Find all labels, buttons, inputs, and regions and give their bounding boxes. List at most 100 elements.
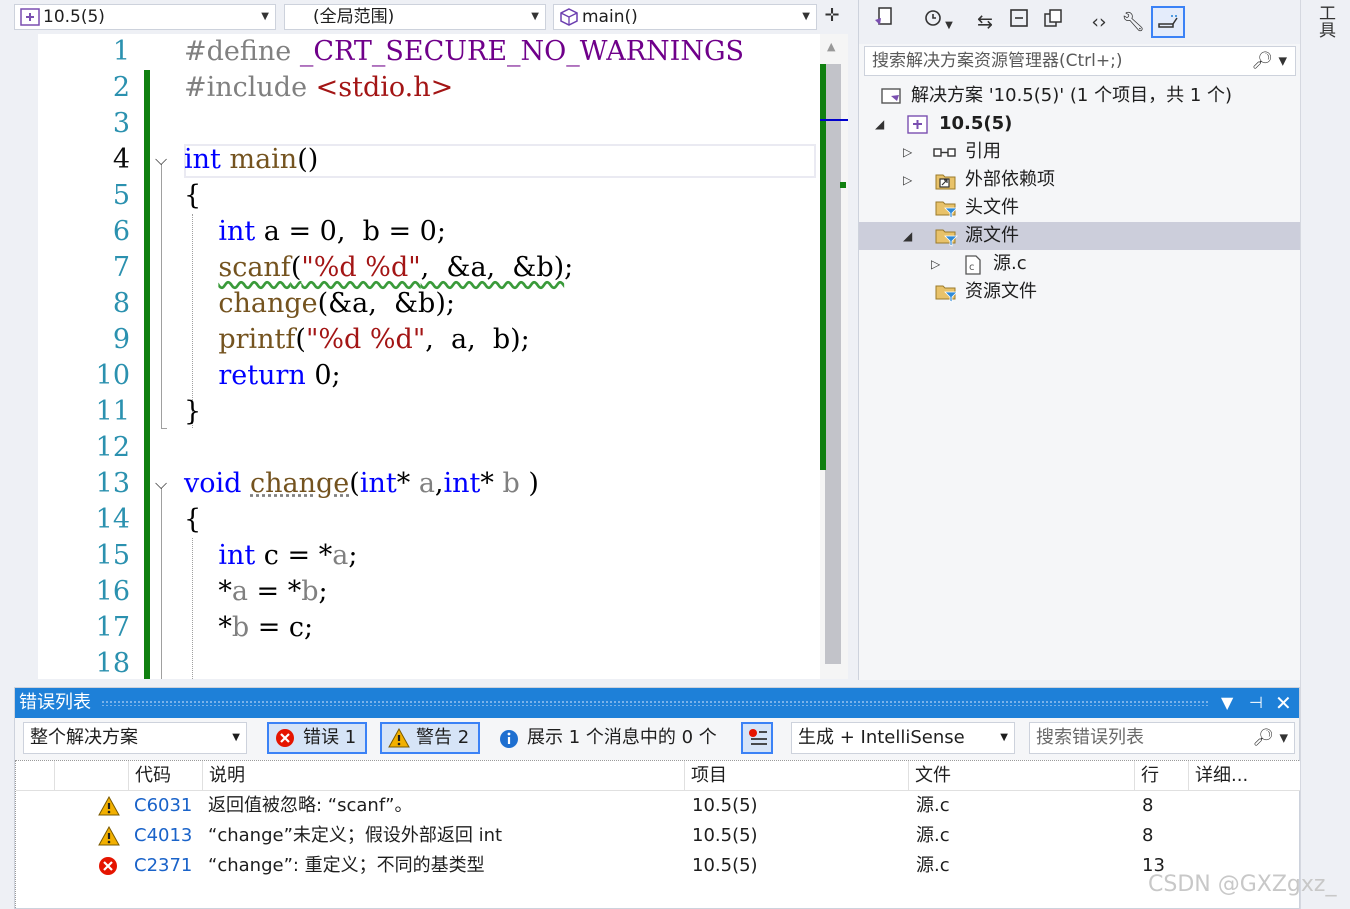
messages-toggle-button[interactable]: 展示 1 个消息中的 0 个 (497, 722, 727, 754)
expanded-triangle-icon[interactable]: ◢ (903, 222, 912, 250)
error-file: 源.c (916, 825, 950, 846)
code-line[interactable]: 11} (38, 394, 820, 430)
collapsed-triangle-icon[interactable]: ▷ (903, 166, 912, 194)
code-text[interactable]: int c = *a; (184, 538, 357, 574)
table-row[interactable]: C2371 “change”: 重定义；不同的基类型 10.5(5) 源.c 1… (16, 851, 1300, 881)
project-combo[interactable]: 10.5(5) ▼ (14, 4, 276, 30)
search-icon[interactable]: 🔎︎ ▾ (1251, 47, 1287, 75)
show-all-files-icon[interactable] (1039, 6, 1067, 38)
code-line[interactable]: 7 scanf("%d %d", &a, &b); (38, 250, 820, 286)
sync-with-document-icon[interactable]: ⇆ (971, 6, 999, 38)
scope-dropdown[interactable]: 整个解决方案 ▼ (23, 722, 247, 754)
scope-combo[interactable]: (全局范围) ▼ (284, 4, 546, 30)
split-window-icon[interactable]: ✛ (820, 4, 844, 30)
error-code-link[interactable]: C6031 (128, 791, 192, 821)
errors-toggle-button[interactable]: 错误 1 (267, 722, 367, 754)
collapse-all-icon[interactable] (1005, 6, 1033, 38)
code-line[interactable]: 3 (38, 106, 820, 142)
error-list-grid: 代码 说明 项目 文件 行 详细... C6031 返回值被忽略: “scanf… (15, 760, 1300, 908)
column-header-description[interactable]: 说明 (202, 761, 684, 791)
code-line[interactable]: 12 (38, 430, 820, 466)
column-header-file[interactable]: 文件 (908, 761, 1134, 791)
switch-views-icon[interactable] (869, 6, 897, 38)
close-icon[interactable]: ✕ (1275, 688, 1292, 718)
column-header-line[interactable]: 行 (1134, 761, 1188, 791)
solution-explorer-toolbar: ▼ ⇆ ‹› 🔧︎ (859, 0, 1301, 44)
right-tool-strip: 工具 (1300, 0, 1350, 909)
code-line[interactable]: 13 void change(int* a,int* b ) (38, 466, 820, 502)
filter-current-document-button[interactable] (741, 722, 773, 754)
code-line[interactable]: 2 #include <stdio.h> (38, 70, 820, 106)
search-icon[interactable]: 🔎︎ ▾ (1252, 723, 1288, 753)
code-line[interactable]: 4 int main() (38, 142, 820, 178)
line-number: 1 (112, 36, 130, 67)
tree-item-resource-files[interactable]: 资源文件 (859, 278, 1301, 306)
tree-item-solution[interactable]: 解决方案 '10.5(5)' (1 个项目，共 1 个) (859, 82, 1301, 110)
code-line[interactable]: 10 return 0; (38, 358, 820, 394)
pending-changes-filter-icon[interactable]: ▼ (917, 6, 959, 38)
code-line[interactable]: 5{ (38, 178, 820, 214)
preview-selected-items-icon[interactable] (1151, 6, 1185, 38)
solution-explorer-search-input[interactable]: 搜索解决方案资源管理器(Ctrl+;) 🔎︎ ▾ (864, 46, 1296, 76)
code-line[interactable]: 14 { (38, 502, 820, 538)
column-header-detail[interactable]: 详细... (1188, 761, 1262, 791)
tree-item-source-files[interactable]: ◢ 源文件 (859, 222, 1301, 250)
chevron-down-icon: ▼ (802, 11, 810, 22)
warnings-toggle-button[interactable]: 警告 2 (380, 722, 480, 754)
table-row[interactable]: C6031 返回值被忽略: “scanf”。 10.5(5) 源.c 8 (16, 791, 1300, 821)
column-header-icon[interactable] (54, 761, 128, 791)
code-text[interactable]: *b = c; (184, 610, 313, 646)
error-code-link[interactable]: C2371 (128, 851, 192, 881)
collapsed-triangle-icon[interactable]: ▷ (931, 250, 940, 278)
pin-icon[interactable]: ⊣ (1249, 688, 1263, 718)
error-code-link[interactable]: C4013 (128, 821, 192, 851)
expanded-triangle-icon[interactable]: ◢ (875, 110, 884, 138)
editor-vertical-scrollbar[interactable]: ▲ (820, 34, 848, 679)
code-text[interactable]: *a = *b; (184, 574, 327, 610)
line-number: 10 (95, 360, 130, 391)
tree-item-external-deps[interactable]: ▷ 外部依赖项 (859, 166, 1301, 194)
error-list-search-input[interactable]: 搜索错误列表 🔎︎ ▾ (1029, 722, 1295, 754)
code-line[interactable]: 8 change(&a, &b); (38, 286, 820, 322)
code-line[interactable]: 15 int c = *a; (38, 538, 820, 574)
code-text[interactable]: } (184, 394, 201, 430)
tree-item-project[interactable]: ◢ 10.5(5) (859, 110, 1301, 138)
code-line[interactable]: 1 #define _CRT_SECURE_NO_WARNINGS (38, 34, 820, 70)
code-line[interactable]: 16 *a = *b; (38, 574, 820, 610)
collapsed-triangle-icon[interactable]: ▷ (903, 138, 912, 166)
column-header-project[interactable]: 项目 (684, 761, 908, 791)
code-line[interactable]: 17 *b = c; (38, 610, 820, 646)
member-combo[interactable]: main() ▼ (553, 4, 817, 30)
table-row[interactable]: C4013 “change”未定义；假设外部返回 int 10.5(5) 源.c… (16, 821, 1300, 851)
tree-item-references[interactable]: ▷ 引用 (859, 138, 1301, 166)
code-line[interactable]: 9 printf("%d %d", a, b); (38, 322, 820, 358)
toolbox-tab[interactable]: 工具 (1313, 4, 1338, 38)
scrollbar-thumb[interactable] (825, 64, 841, 664)
scroll-up-icon[interactable]: ▲ (827, 40, 835, 53)
build-source-dropdown[interactable]: 生成 + IntelliSense ▼ (791, 722, 1015, 754)
code-text[interactable]: { (184, 178, 201, 214)
code-text[interactable]: scanf("%d %d", &a, &b); (184, 250, 573, 286)
column-header-code[interactable]: 代码 (128, 761, 202, 791)
tree-item-source-c[interactable]: ▷ c 源.c (859, 250, 1301, 278)
code-line[interactable]: 18 (38, 646, 820, 679)
code-text[interactable]: int main() (184, 142, 318, 178)
code-text[interactable]: void change(int* a,int* b ) (184, 466, 539, 502)
error-list-title: 错误列表 (19, 692, 91, 713)
code-text[interactable]: int a = 0, b = 0; (184, 214, 446, 250)
window-position-dropdown-icon[interactable]: ▼ (1221, 688, 1233, 718)
svg-text:c: c (969, 262, 975, 273)
code-text[interactable]: printf("%d %d", a, b); (184, 322, 529, 358)
tree-item-header-files[interactable]: 头文件 (859, 194, 1301, 222)
code-text[interactable]: #include <stdio.h> (184, 70, 453, 106)
view-code-icon[interactable]: ‹› (1085, 6, 1113, 38)
properties-wrench-icon[interactable]: 🔧︎ (1119, 6, 1147, 38)
code-text[interactable]: #define _CRT_SECURE_NO_WARNINGS (184, 34, 744, 70)
code-line[interactable]: 6 int a = 0, b = 0; (38, 214, 820, 250)
code-editor[interactable]: ⌵ ⌵ 1 #define _CRT_SECURE_NO_WARNINGS 2 #in… (14, 34, 820, 679)
code-text[interactable]: change(&a, &b); (184, 286, 455, 322)
code-text[interactable]: { (184, 502, 201, 538)
code-text[interactable]: return 0; (184, 358, 340, 394)
filter-folder-icon (935, 199, 958, 219)
scope-dropdown-value: 整个解决方案 (30, 727, 138, 748)
